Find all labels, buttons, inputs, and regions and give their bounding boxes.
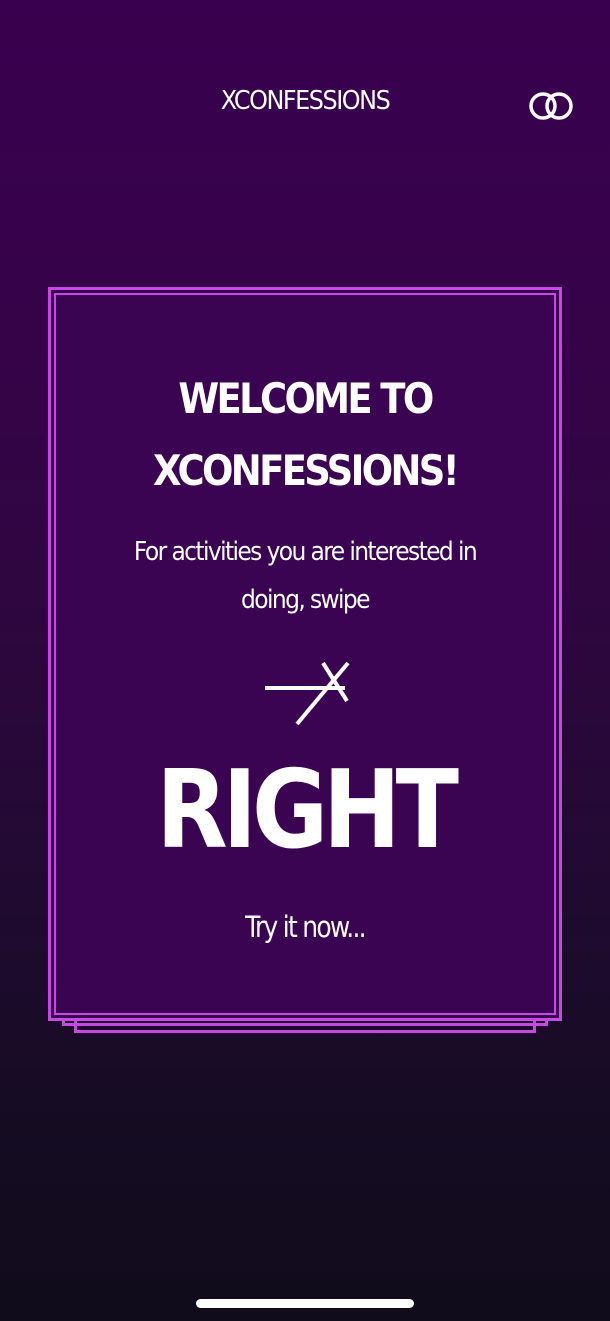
welcome-title-line-1: WELCOME TO [178, 374, 434, 423]
arrow-right-icon [265, 661, 350, 726]
try-it-now-text: Try it now... [245, 910, 366, 944]
app-title: XCONFESSIONS [220, 86, 391, 116]
swipe-card[interactable]: WELCOME TO XCONFESSIONS! For activities … [48, 287, 562, 1021]
rings-button[interactable] [526, 88, 576, 124]
welcome-title-line-2: XCONFESSIONS! [152, 446, 460, 495]
swipe-direction-label: RIGHT [156, 748, 459, 873]
rings-icon [529, 92, 573, 120]
instruction-line-2: doing, swipe [241, 585, 371, 615]
swipe-instruction: For activities you are interested in doi… [76, 528, 533, 624]
welcome-title: WELCOME TO XCONFESSIONS! [81, 363, 528, 507]
home-indicator[interactable] [196, 1299, 414, 1308]
instruction-line-1: For activities you are interested in [133, 537, 478, 567]
